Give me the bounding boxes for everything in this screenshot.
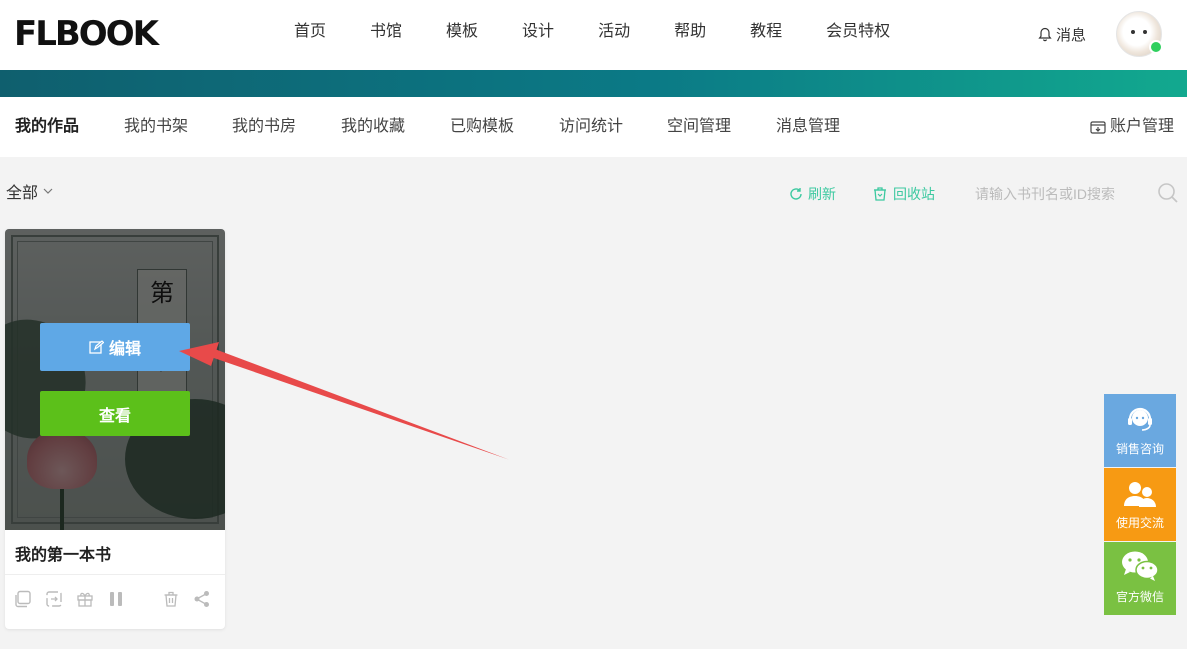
verified-badge-icon <box>1149 40 1163 54</box>
nav-library[interactable]: 书馆 <box>370 20 402 44</box>
wechat-button[interactable]: 官方微信 <box>1104 542 1176 615</box>
users-icon <box>1124 482 1156 507</box>
search-input[interactable] <box>975 182 1155 206</box>
tab-my-bookshelf[interactable]: 我的书架 <box>124 117 188 137</box>
refresh-button[interactable]: 刷新 <box>789 184 836 204</box>
cover-hover-overlay <box>5 229 225 530</box>
messages-label: 消息 <box>1056 27 1087 44</box>
search-icon[interactable] <box>1157 182 1179 204</box>
wechat-icon <box>1122 551 1159 581</box>
tab-my-study[interactable]: 我的书房 <box>232 117 296 137</box>
gift-icon[interactable] <box>75 589 95 609</box>
messages-link[interactable]: 消息 <box>1038 24 1086 45</box>
nav-membership[interactable]: 会员特权 <box>826 20 890 44</box>
edit-button[interactable]: 编辑 <box>40 323 190 371</box>
nav-design[interactable]: 设计 <box>522 20 554 44</box>
book-cover[interactable]: 第 一 书 编辑 查看 <box>5 229 225 530</box>
recycle-bin-icon <box>874 187 886 201</box>
main-nav: 首页 书馆 模板 设计 活动 帮助 教程 会员特权 <box>272 20 912 44</box>
refresh-label: 刷新 <box>808 186 836 202</box>
community-label: 使用交流 <box>1115 516 1164 530</box>
tab-visit-stats[interactable]: 访问统计 <box>559 117 623 137</box>
recycle-bin-button[interactable]: 回收站 <box>872 184 935 204</box>
wechat-label: 官方微信 <box>1115 590 1164 604</box>
flbook-logo[interactable]: FLBOOK <box>14 14 159 54</box>
tab-space-management[interactable]: 空间管理 <box>667 117 731 137</box>
delete-icon[interactable] <box>161 589 181 609</box>
avatar-face <box>1131 30 1135 34</box>
tab-my-favorites[interactable]: 我的收藏 <box>341 117 405 137</box>
pause-icon[interactable] <box>106 589 126 609</box>
sales-consult-label: 销售咨询 <box>1115 442 1164 456</box>
view-button[interactable]: 查看 <box>40 391 190 436</box>
nav-help[interactable]: 帮助 <box>674 20 706 44</box>
logo-text: FLBOOK <box>14 14 159 54</box>
sales-consult-button[interactable]: 销售咨询 <box>1104 394 1176 467</box>
recycle-bin-label: 回收站 <box>893 186 935 202</box>
tab-purchased-templates[interactable]: 已购模板 <box>450 117 514 137</box>
user-subnav: 我的作品 我的书架 我的书房 我的收藏 已购模板 访问统计 空间管理 消息管理 … <box>0 97 1187 157</box>
bell-icon <box>1038 27 1052 42</box>
card-action-bar <box>5 589 225 611</box>
edit-icon <box>89 339 104 354</box>
transfer-icon[interactable] <box>44 589 64 609</box>
user-avatar[interactable] <box>1116 11 1163 57</box>
tab-my-works[interactable]: 我的作品 <box>15 117 79 137</box>
book-title[interactable]: 我的第一本书 <box>15 541 111 565</box>
community-button[interactable]: 使用交流 <box>1104 468 1176 541</box>
nav-templates[interactable]: 模板 <box>446 20 478 44</box>
nav-home[interactable]: 首页 <box>294 20 326 44</box>
nav-tutorials[interactable]: 教程 <box>750 20 782 44</box>
share-icon[interactable] <box>192 589 212 609</box>
nav-events[interactable]: 活动 <box>598 20 630 44</box>
tab-message-management[interactable]: 消息管理 <box>776 117 840 137</box>
chevron-down-icon <box>43 188 53 194</box>
top-header: FLBOOK 首页 书馆 模板 设计 活动 帮助 教程 会员特权 消息 <box>0 0 1187 70</box>
refresh-icon <box>790 188 802 200</box>
header-banner <box>0 70 1187 97</box>
copy-icon[interactable] <box>13 589 33 609</box>
card-divider <box>5 574 225 575</box>
category-filter-dropdown[interactable]: 全部 <box>6 179 53 203</box>
account-management-link[interactable]: 账户管理 <box>1090 117 1174 137</box>
book-card: 第 一 书 编辑 查看 我的第一本书 <box>5 229 225 629</box>
filter-label: 全部 <box>6 185 39 202</box>
headset-icon <box>1128 407 1152 431</box>
account-management-label: 账户管理 <box>1110 118 1175 135</box>
edit-label: 编辑 <box>108 341 141 358</box>
account-box-icon <box>1090 121 1106 134</box>
